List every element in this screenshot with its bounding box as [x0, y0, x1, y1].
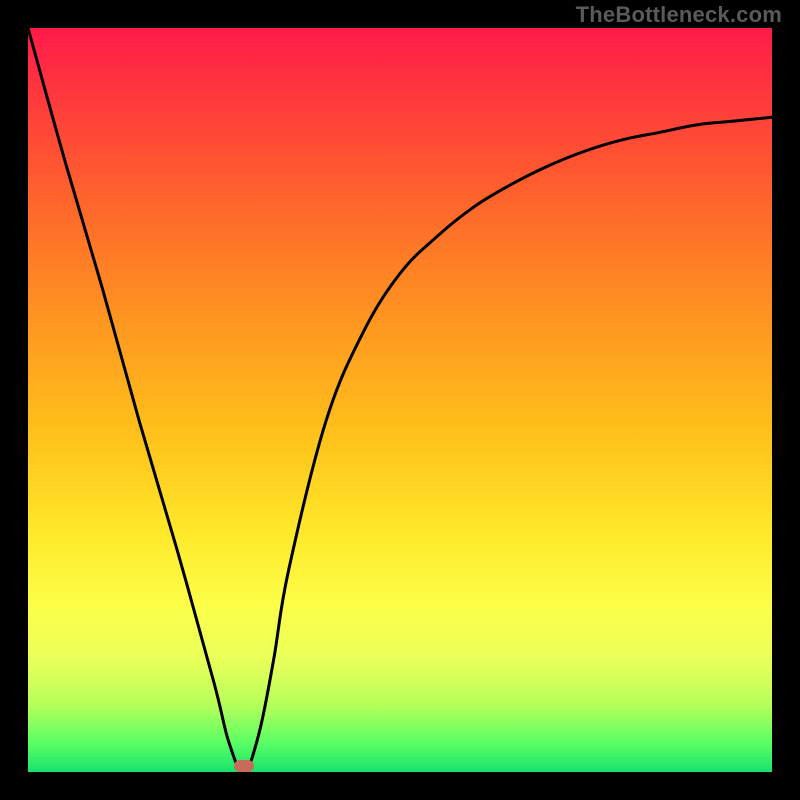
bottleneck-curve	[28, 28, 772, 772]
chart-frame: TheBottleneck.com	[0, 0, 800, 800]
plot-area	[28, 28, 772, 772]
optimal-point-marker	[234, 760, 254, 772]
curve-svg	[28, 28, 772, 772]
watermark-text: TheBottleneck.com	[576, 2, 782, 28]
